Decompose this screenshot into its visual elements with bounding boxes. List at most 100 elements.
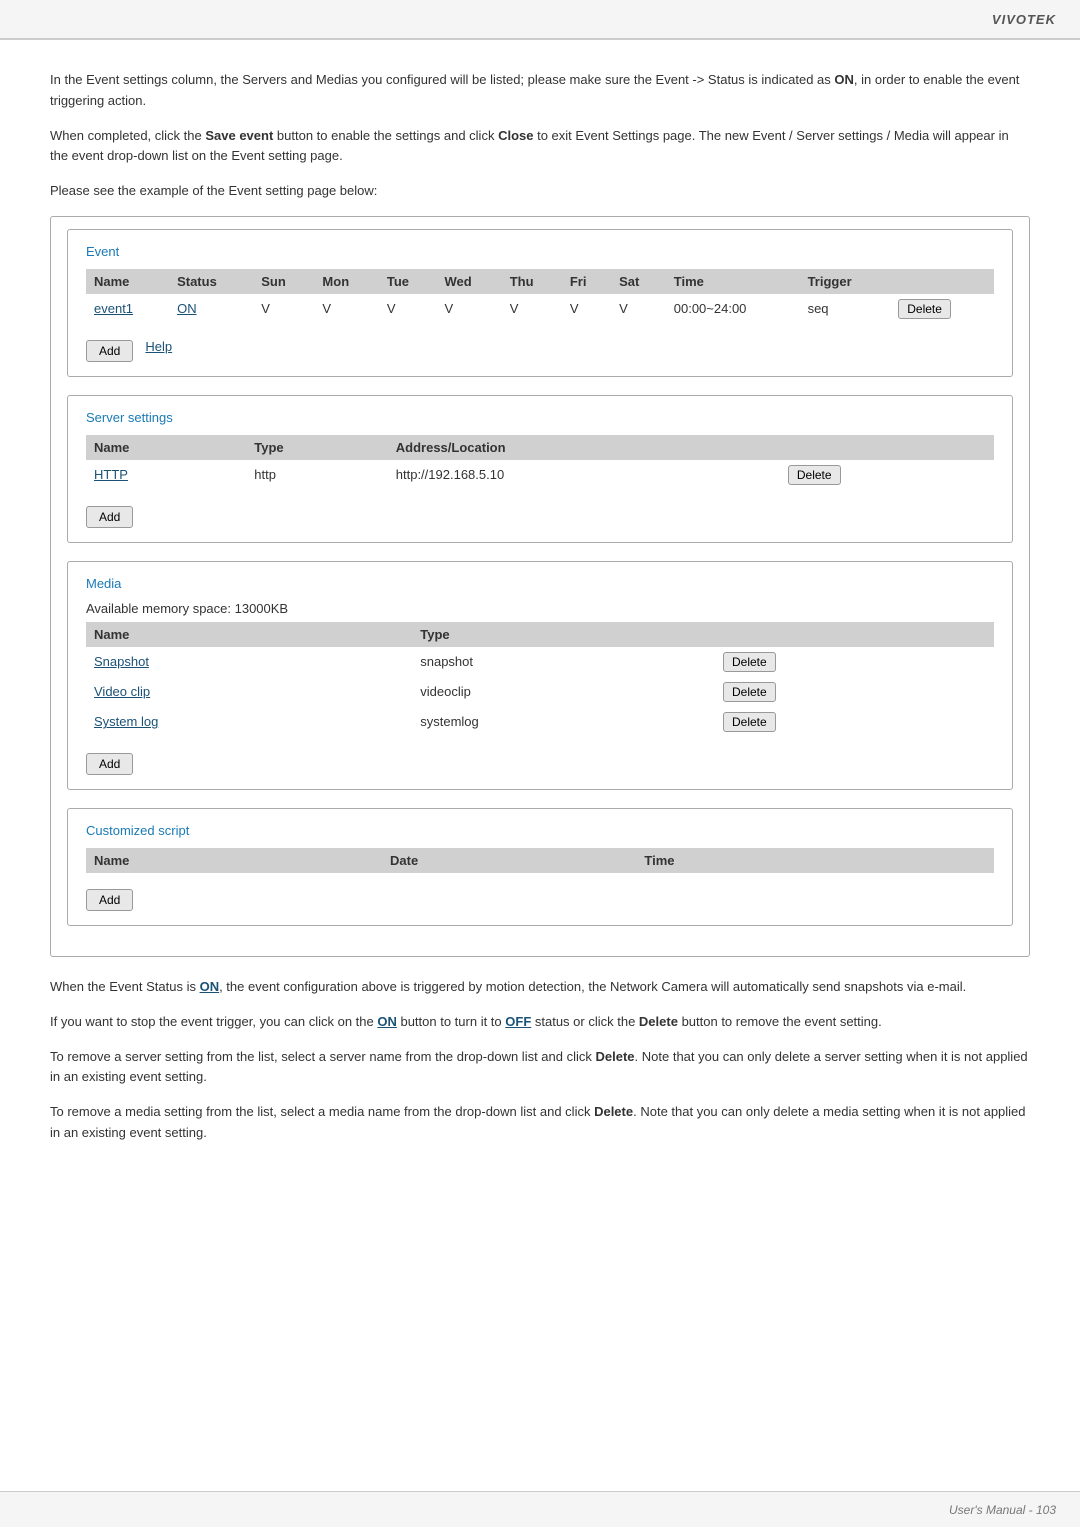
- server-add-button[interactable]: Add: [86, 506, 133, 528]
- media-col-action: [715, 622, 994, 647]
- server-type-cell: http: [246, 460, 387, 490]
- footer-text: User's Manual - 103: [949, 1503, 1056, 1517]
- server-address-cell: http://192.168.5.10: [388, 460, 780, 490]
- event-thu-cell: V: [502, 294, 562, 324]
- media-col-name: Name: [86, 622, 412, 647]
- event-fri-cell: V: [562, 294, 611, 324]
- media-delete-button-1[interactable]: Delete: [723, 682, 776, 702]
- server-delete-button[interactable]: Delete: [788, 465, 841, 485]
- event-delete-button[interactable]: Delete: [898, 299, 951, 319]
- media-delete-button-0[interactable]: Delete: [723, 652, 776, 672]
- col-trigger: Trigger: [800, 269, 891, 294]
- col-wed: Wed: [436, 269, 501, 294]
- paragraph-3: Please see the example of the Event sett…: [50, 181, 1030, 202]
- footer-bar: User's Manual - 103: [0, 1491, 1080, 1527]
- event-time-cell: 00:00~24:00: [666, 294, 800, 324]
- event-add-button[interactable]: Add: [86, 340, 133, 362]
- server-table-row: HTTP http http://192.168.5.10 Delete: [86, 460, 994, 490]
- custom-col-action: [902, 848, 994, 873]
- media-table-row-0: Snapshot snapshot Delete: [86, 647, 994, 677]
- paragraph-1: In the Event settings column, the Server…: [50, 70, 1030, 112]
- paragraph-after-4: To remove a media setting from the list,…: [50, 1102, 1030, 1144]
- on-button-link[interactable]: ON: [377, 1014, 397, 1029]
- media-delete-button-2[interactable]: Delete: [723, 712, 776, 732]
- custom-col-time: Time: [636, 848, 901, 873]
- header-bar: VIVOTEK: [0, 0, 1080, 40]
- media-type-cell-2: systemlog: [412, 707, 715, 737]
- paragraph-after-3: To remove a server setting from the list…: [50, 1047, 1030, 1089]
- customized-table-header: Name Date Time: [86, 848, 994, 873]
- col-thu: Thu: [502, 269, 562, 294]
- media-type-cell-1: videoclip: [412, 677, 715, 707]
- customized-section-title: Customized script: [86, 823, 994, 838]
- paragraph-2: When completed, click the Save event but…: [50, 126, 1030, 168]
- col-time: Time: [666, 269, 800, 294]
- media-name-link-0[interactable]: Snapshot: [94, 654, 149, 669]
- event-table-header: Name Status Sun Mon Tue Wed Thu Fri Sat …: [86, 269, 994, 294]
- media-delete-cell-2: Delete: [715, 707, 994, 737]
- media-delete-cell-0: Delete: [715, 647, 994, 677]
- media-name-cell-2: System log: [86, 707, 412, 737]
- media-section-title: Media: [86, 576, 994, 591]
- server-table: Name Type Address/Location HTTP http htt…: [86, 435, 994, 490]
- server-name-cell: HTTP: [86, 460, 246, 490]
- customized-script-section: Customized script Name Date Time Add: [67, 808, 1013, 926]
- col-mon: Mon: [314, 269, 378, 294]
- media-add-button[interactable]: Add: [86, 753, 133, 775]
- col-fri: Fri: [562, 269, 611, 294]
- media-name-link-1[interactable]: Video clip: [94, 684, 150, 699]
- event-sat-cell: V: [611, 294, 666, 324]
- event-sun-cell: V: [253, 294, 314, 324]
- event-mon-cell: V: [314, 294, 378, 324]
- col-action: [890, 269, 994, 294]
- server-col-type: Type: [246, 435, 387, 460]
- server-table-header: Name Type Address/Location: [86, 435, 994, 460]
- media-memory-note: Available memory space: 13000KB: [86, 601, 994, 616]
- server-delete-cell: Delete: [780, 460, 994, 490]
- media-delete-cell-1: Delete: [715, 677, 994, 707]
- event-trigger-cell: seq: [800, 294, 891, 324]
- event-status-cell: ON: [169, 294, 253, 324]
- media-name-link-2[interactable]: System log: [94, 714, 158, 729]
- media-name-cell-0: Snapshot: [86, 647, 412, 677]
- event-status-link[interactable]: ON: [177, 301, 197, 316]
- media-table-header: Name Type: [86, 622, 994, 647]
- col-sun: Sun: [253, 269, 314, 294]
- event-tue-cell: V: [379, 294, 437, 324]
- col-status: Status: [169, 269, 253, 294]
- custom-col-name: Name: [86, 848, 382, 873]
- media-name-cell-1: Video clip: [86, 677, 412, 707]
- media-table-row-2: System log systemlog Delete: [86, 707, 994, 737]
- col-tue: Tue: [379, 269, 437, 294]
- col-name: Name: [86, 269, 169, 294]
- event-section: Event Name Status Sun Mon Tue Wed Thu Fr…: [67, 229, 1013, 377]
- event-settings-container: Event Name Status Sun Mon Tue Wed Thu Fr…: [50, 216, 1030, 957]
- status-on-link[interactable]: ON: [200, 979, 220, 994]
- server-section-title: Server settings: [86, 410, 994, 425]
- event-table-row: event1 ON V V V V V V V 00:00~24:00 seq …: [86, 294, 994, 324]
- media-table: Name Type Snapshot snapshot Delete Video…: [86, 622, 994, 737]
- event-wed-cell: V: [436, 294, 501, 324]
- off-link[interactable]: OFF: [505, 1014, 531, 1029]
- media-table-row-1: Video clip videoclip Delete: [86, 677, 994, 707]
- col-sat: Sat: [611, 269, 666, 294]
- main-content: In the Event settings column, the Server…: [0, 40, 1080, 1218]
- media-col-type: Type: [412, 622, 715, 647]
- customized-table: Name Date Time: [86, 848, 994, 873]
- server-col-action: [780, 435, 994, 460]
- paragraph-after-2: If you want to stop the event trigger, y…: [50, 1012, 1030, 1033]
- server-col-address: Address/Location: [388, 435, 780, 460]
- event-table: Name Status Sun Mon Tue Wed Thu Fri Sat …: [86, 269, 994, 324]
- server-settings-section: Server settings Name Type Address/Locati…: [67, 395, 1013, 543]
- event-name-cell: event1: [86, 294, 169, 324]
- event-help-link[interactable]: Help: [145, 339, 172, 354]
- server-name-link[interactable]: HTTP: [94, 467, 128, 482]
- event-name-link[interactable]: event1: [94, 301, 133, 316]
- media-section: Media Available memory space: 13000KB Na…: [67, 561, 1013, 790]
- custom-col-date: Date: [382, 848, 636, 873]
- media-type-cell-0: snapshot: [412, 647, 715, 677]
- event-section-title: Event: [86, 244, 994, 259]
- customized-add-button[interactable]: Add: [86, 889, 133, 911]
- paragraph-after-1: When the Event Status is ON, the event c…: [50, 977, 1030, 998]
- event-delete-cell: Delete: [890, 294, 994, 324]
